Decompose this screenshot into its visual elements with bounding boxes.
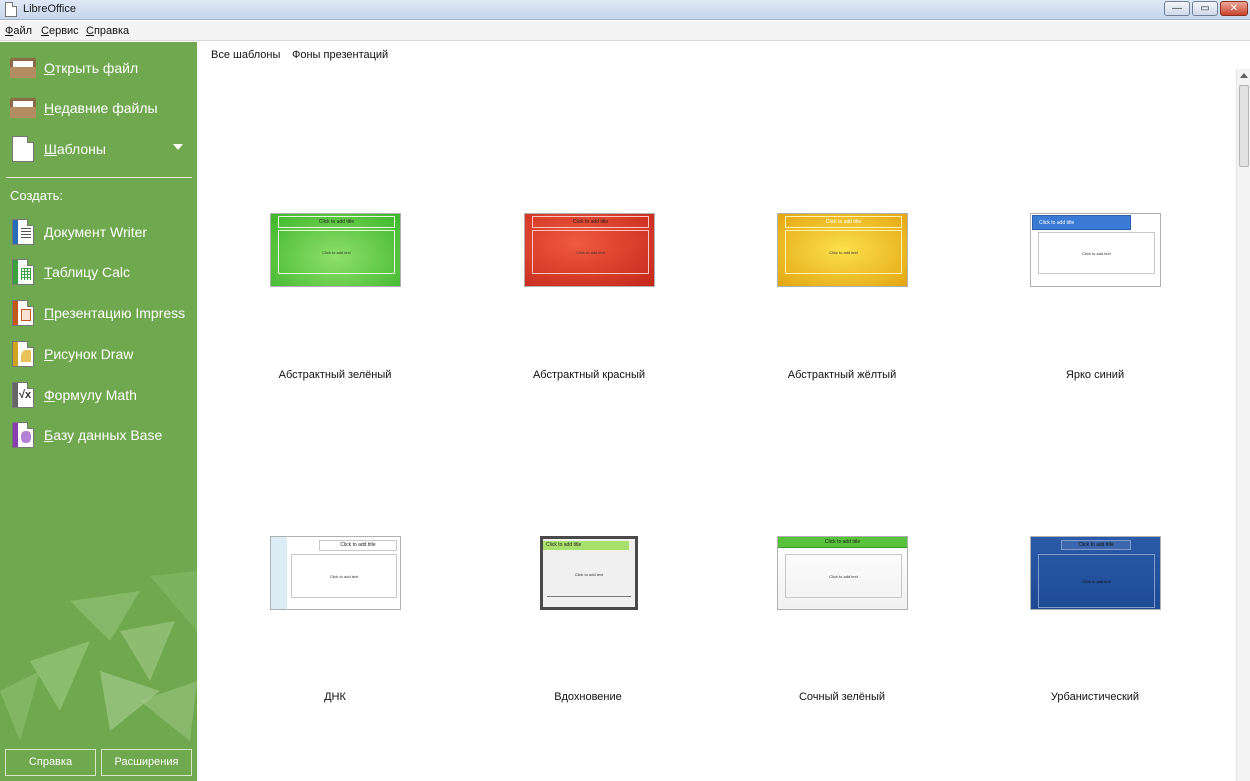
- thumbnail-body: Click to add text: [547, 553, 631, 597]
- thumbnail-body: Click to add text: [785, 230, 902, 274]
- template-name: Абстрактный зелёный: [278, 369, 392, 381]
- create-calc-button[interactable]: Таблицу Calc: [0, 254, 197, 290]
- draw-icon: [10, 341, 34, 367]
- open-file-button[interactable]: Открыть файл: [0, 50, 197, 86]
- scrollbar-thumb[interactable]: [1239, 85, 1249, 167]
- thumbnail-body: Click to add text: [278, 230, 395, 274]
- create-draw-label: Рисунок Draw: [44, 346, 134, 362]
- divider: [6, 177, 192, 178]
- template-name: Урбанистический: [1050, 691, 1140, 703]
- close-button[interactable]: ✕: [1220, 1, 1248, 16]
- create-writer-button[interactable]: Документ Writer: [0, 214, 197, 250]
- thumbnail-title: Click to add title: [1032, 215, 1131, 230]
- template-name: Вдохновение: [554, 691, 622, 703]
- create-draw-button[interactable]: Рисунок Draw: [0, 336, 197, 372]
- start-center-sidebar: Открыть файл Недавние файлы Шаблоны Созд…: [0, 42, 197, 781]
- blank-document-icon: [10, 136, 34, 162]
- thumbnail-body: Click to add text: [1038, 554, 1155, 608]
- decorative-triangles: [0, 571, 197, 741]
- scroll-up-icon[interactable]: [1240, 73, 1248, 78]
- recent-files-label: Недавние файлы: [44, 100, 158, 116]
- thumbnail-body: Click to add text: [1038, 232, 1155, 274]
- templates-button[interactable]: Шаблоны: [0, 131, 197, 167]
- folder-icon: [10, 55, 36, 81]
- create-heading: Создать:: [10, 188, 64, 203]
- thumbnail-body: Click to add text: [532, 230, 649, 274]
- template-thumbnail[interactable]: Click to add title Click to add text: [777, 213, 908, 287]
- thumbnail-title: Click to add title: [543, 541, 629, 550]
- thumbnail-title: Click to add title: [319, 540, 397, 551]
- thumbnail-title: Click to add title: [1061, 540, 1131, 550]
- tab-presentation-backgrounds[interactable]: Фоны презентаций: [292, 49, 388, 61]
- create-base-button[interactable]: Базу данных Base: [0, 417, 197, 453]
- template-name: Ярко синий: [1065, 369, 1125, 381]
- folder-icon: [10, 95, 36, 121]
- help-button[interactable]: Справка: [5, 749, 96, 776]
- menu-help[interactable]: Справка: [86, 25, 129, 37]
- title-bar: LibreOffice — ▭ ✕: [0, 0, 1250, 20]
- impress-icon: [10, 300, 34, 326]
- template-name: ДНК: [324, 691, 346, 703]
- template-thumbnail[interactable]: Click to add title Click to add text: [1030, 536, 1161, 610]
- templates-label: Шаблоны: [44, 141, 106, 157]
- menu-tools[interactable]: Сервис: [41, 25, 79, 37]
- template-thumbnail[interactable]: Click to add title Click to add text: [540, 536, 638, 610]
- extensions-button[interactable]: Расширения: [101, 749, 192, 776]
- window-title: LibreOffice: [23, 3, 76, 15]
- vertical-scrollbar[interactable]: [1236, 69, 1250, 781]
- writer-icon: [10, 219, 34, 245]
- open-file-label: Открыть файл: [44, 60, 139, 76]
- thumbnail-title: Click to add title: [278, 216, 395, 228]
- thumbnail-title: Click to add title: [778, 537, 907, 548]
- thumbnail-title: Click to add title: [532, 216, 649, 228]
- thumbnail-body: Click to add text: [291, 554, 397, 598]
- template-thumbnail[interactable]: Click to add title Click to add text: [270, 536, 401, 610]
- create-calc-label: Таблицу Calc: [44, 264, 131, 280]
- template-name: Абстрактный красный: [532, 369, 646, 381]
- recent-files-button[interactable]: Недавние файлы: [0, 90, 197, 126]
- calc-icon: [10, 259, 34, 285]
- chevron-down-icon[interactable]: [173, 144, 183, 150]
- create-math-label: Формулу Math: [44, 387, 137, 403]
- menu-file[interactable]: Файл: [5, 25, 32, 37]
- create-writer-label: Документ Writer: [44, 224, 148, 240]
- template-thumbnail[interactable]: Click to add title Click to add text: [1030, 213, 1161, 287]
- thumbnail-title: Click to add title: [785, 216, 902, 228]
- create-base-label: Базу данных Base: [44, 427, 163, 443]
- minimize-button[interactable]: —: [1164, 1, 1190, 16]
- template-thumbnail[interactable]: Click to add title Click to add text: [524, 213, 655, 287]
- create-impress-label: Презентацию Impress: [44, 305, 186, 321]
- template-name: Абстрактный жёлтый: [787, 369, 897, 381]
- document-icon: [5, 2, 17, 17]
- create-impress-button[interactable]: Презентацию Impress: [0, 295, 197, 331]
- tab-all-templates[interactable]: Все шаблоны: [211, 49, 280, 61]
- template-thumbnail[interactable]: Click to add title Click to add text: [270, 213, 401, 287]
- math-icon: √x: [10, 382, 34, 408]
- template-thumbnail[interactable]: Click to add title Click to add text: [777, 536, 908, 610]
- template-name: Сочный зелёный: [798, 691, 886, 703]
- base-icon: [10, 422, 34, 448]
- maximize-button[interactable]: ▭: [1192, 1, 1218, 16]
- thumbnail-body: Click to add text: [785, 554, 902, 598]
- menu-bar: Файл Сервис Справка: [0, 21, 1250, 41]
- create-math-button[interactable]: √x Формулу Math: [0, 377, 197, 413]
